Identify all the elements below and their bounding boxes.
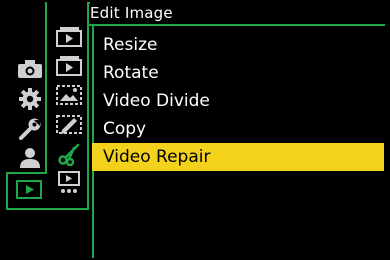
menu-item-video-repair[interactable]: Video Repair xyxy=(92,143,384,171)
person-icon[interactable] xyxy=(19,147,41,169)
camera-icon[interactable] xyxy=(17,59,43,79)
menu-item-resize[interactable]: Resize xyxy=(92,31,384,59)
frame-line-tab-left xyxy=(6,172,8,210)
pencil-frame-icon[interactable] xyxy=(56,113,82,135)
gear-icon[interactable] xyxy=(18,87,42,111)
edit-image-menu: Resize Rotate Video Divide Copy Video Re… xyxy=(92,31,384,171)
menu-item-copy[interactable]: Copy xyxy=(92,115,384,143)
scissors-icon[interactable] xyxy=(57,142,81,166)
film-stack-alt-icon[interactable] xyxy=(56,55,82,77)
frame-line-tab-top xyxy=(6,172,47,174)
page-title: Edit Image xyxy=(90,4,173,22)
frame-line-menu-top xyxy=(89,24,385,26)
menu-item-video-divide[interactable]: Video Divide xyxy=(92,87,384,115)
playback-icon[interactable] xyxy=(16,180,42,199)
image-edit-icon[interactable] xyxy=(56,84,82,106)
menu-item-rotate[interactable]: Rotate xyxy=(92,59,384,87)
frame-line-left-col xyxy=(45,2,47,172)
play-dots-icon[interactable] xyxy=(57,171,81,195)
frame-line-bottom-left xyxy=(6,208,89,210)
film-stack-icon[interactable] xyxy=(56,26,82,48)
frame-line-mid-col xyxy=(87,2,89,210)
wrench-icon[interactable] xyxy=(18,117,42,141)
